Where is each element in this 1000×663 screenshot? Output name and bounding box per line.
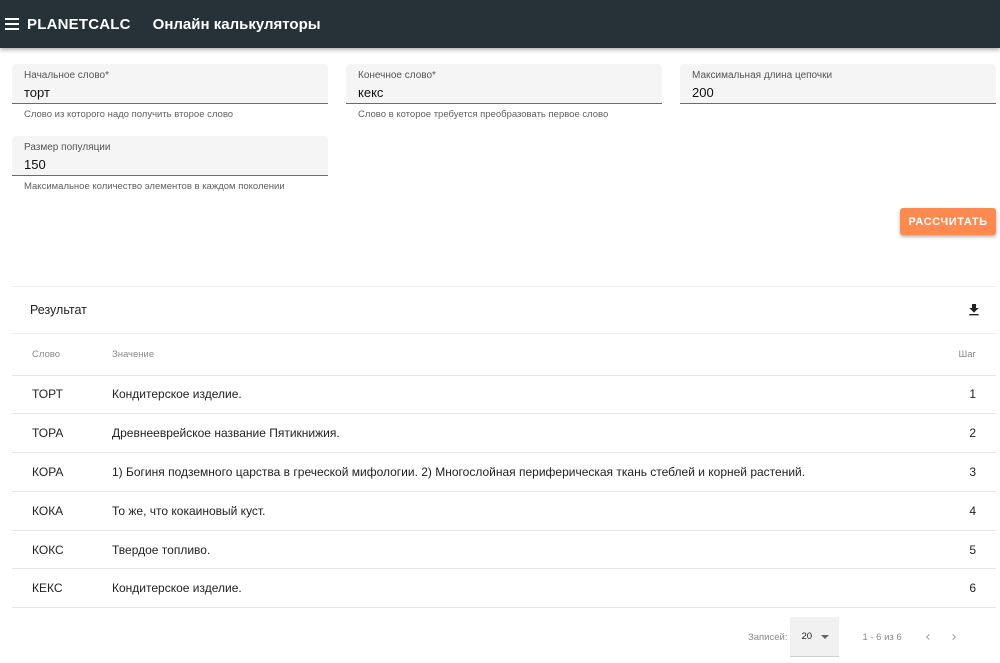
start-word-value[interactable]: торт <box>24 85 316 101</box>
calculate-button[interactable]: РАССЧИТАТЬ <box>900 208 996 235</box>
download-icon[interactable] <box>966 302 982 318</box>
chevron-left-icon <box>925 634 930 640</box>
row-value: Древнееврейское название Пятикнижия. <box>92 413 916 454</box>
pagination: Записей: 20 1 - 6 из 6 <box>740 617 1000 657</box>
start-word-label: Начальное слово* <box>24 70 109 81</box>
row-step: 4 <box>916 491 996 531</box>
row-step: 2 <box>916 413 996 454</box>
row-step: 6 <box>916 568 996 609</box>
row-word: ТОРТ <box>12 375 92 415</box>
end-word-field[interactable]: Конечное слово* кекс Слово в которое тре… <box>346 64 662 121</box>
table-row: ТОРА Древнееврейское название Пятикнижия… <box>12 413 996 454</box>
table-row: КОКА То же, что кокаиновый куст. 4 <box>12 491 996 531</box>
row-word: КЕКС <box>12 568 92 609</box>
row-value: То же, что кокаиновый куст. <box>92 491 916 531</box>
page-range: 1 - 6 из 6 <box>862 631 902 643</box>
rows-per-page-label: Записей: <box>748 631 788 643</box>
start-word-input[interactable]: Начальное слово* торт <box>12 64 328 104</box>
chevron-down-icon <box>821 634 830 639</box>
max-chain-label: Максимальная длина цепочки <box>692 70 833 81</box>
rows-per-page-value: 20 <box>801 631 813 642</box>
chevron-right-icon <box>951 634 956 640</box>
max-chain-field[interactable]: Максимальная длина цепочки 200 <box>680 64 996 104</box>
max-chain-value[interactable]: 200 <box>692 85 984 101</box>
end-word-input[interactable]: Конечное слово* кекс <box>346 64 662 104</box>
start-word-hint: Слово из которого надо получить второе с… <box>24 109 234 120</box>
row-word: КОКС <box>12 530 92 570</box>
result-header: Результат <box>12 286 996 334</box>
menu-icon[interactable] <box>5 18 19 30</box>
column-header-step[interactable]: Шаг <box>916 334 996 376</box>
row-value: 1) Богиня подземного царства в греческой… <box>92 452 916 492</box>
row-value: Кондитерское изделие. <box>92 375 916 415</box>
row-step: 5 <box>916 530 996 570</box>
population-label: Размер популяции <box>24 142 111 153</box>
max-chain-input[interactable]: Максимальная длина цепочки 200 <box>680 64 996 104</box>
prev-page-button[interactable] <box>920 629 936 645</box>
result-title: Результат <box>30 303 87 317</box>
result-table: Слово Значение Шаг ТОРТ Кондитерское изд… <box>12 334 996 609</box>
table-header-row: Слово Значение Шаг <box>12 334 996 376</box>
row-step: 1 <box>916 375 996 415</box>
population-value[interactable]: 150 <box>24 157 316 173</box>
page-title: Онлайн калькуляторы <box>152 15 321 33</box>
result-panel: Результат Слово Значение Шаг ТОРТ Кондит… <box>12 286 996 609</box>
table-row: КЕКС Кондитерское изделие. 6 <box>12 568 996 609</box>
row-step: 3 <box>916 452 996 492</box>
table-row: ТОРТ Кондитерское изделие. 1 <box>12 375 996 415</box>
population-hint: Максимальное количество элементов в кажд… <box>24 181 285 192</box>
row-value: Твердое топливо. <box>92 530 916 570</box>
row-word: КОКА <box>12 491 92 531</box>
next-page-button[interactable] <box>946 629 962 645</box>
end-word-label: Конечное слово* <box>358 70 436 81</box>
row-word: ТОРА <box>12 413 92 454</box>
end-word-value[interactable]: кекс <box>358 85 650 101</box>
table-row: КОКС Твердое топливо. 5 <box>12 530 996 570</box>
end-word-hint: Слово в которое требуется преобразовать … <box>358 109 609 120</box>
table-row: КОРА 1) Богиня подземного царства в греч… <box>12 452 996 492</box>
population-input[interactable]: Размер популяции 150 <box>12 136 328 176</box>
column-header-word[interactable]: Слово <box>12 334 92 376</box>
row-word: КОРА <box>12 452 92 492</box>
app-bar: PLANETCALC Онлайн калькуляторы <box>0 0 1000 48</box>
brand-logo[interactable]: PLANETCALC <box>27 16 131 33</box>
start-word-field[interactable]: Начальное слово* торт Слово из которого … <box>12 64 328 121</box>
rows-per-page-select[interactable]: 20 <box>790 617 840 657</box>
column-header-value[interactable]: Значение <box>92 334 916 376</box>
population-field[interactable]: Размер популяции 150 Максимальное количе… <box>12 136 328 193</box>
row-value: Кондитерское изделие. <box>92 568 916 609</box>
